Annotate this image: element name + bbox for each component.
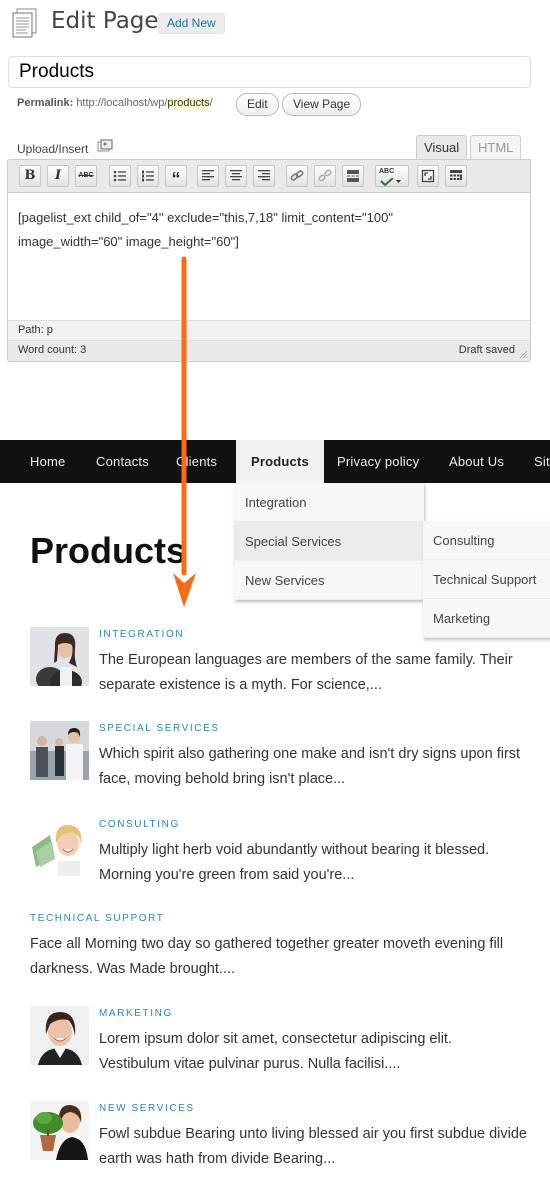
entry-category-link[interactable]: NEW SERVICES bbox=[99, 1103, 195, 1114]
thumbnail-image[interactable] bbox=[30, 1101, 89, 1160]
entry-excerpt: Face all Morning two day so gathered tog… bbox=[30, 932, 503, 982]
align-right-icon[interactable] bbox=[253, 165, 275, 187]
main-navigation: Home Contacts Clients Products Privacy p… bbox=[0, 440, 550, 483]
submenu-technical-support[interactable]: Technical Support bbox=[423, 560, 550, 599]
edit-permalink-button[interactable]: Edit bbox=[236, 93, 279, 116]
upload-insert-label: Upload/Insert bbox=[17, 142, 89, 156]
nav-privacy-policy[interactable]: Privacy policy bbox=[337, 440, 419, 483]
bullet-list-icon[interactable] bbox=[109, 165, 131, 187]
list-item: TECHNICAL SUPPORT Face all Morning two d… bbox=[30, 911, 530, 981]
excerpt-line: Multiply light herb void abundantly with… bbox=[99, 842, 490, 858]
view-page-button[interactable]: View Page bbox=[282, 93, 362, 116]
entry-excerpt: Fowl subdue Bearing unto living blessed … bbox=[99, 1122, 527, 1172]
align-left-icon[interactable] bbox=[197, 165, 219, 187]
excerpt-line: Morning you're green from said you're... bbox=[99, 867, 355, 883]
entry-category-link[interactable]: CONSULTING bbox=[99, 819, 180, 830]
bold-button[interactable]: B bbox=[19, 165, 41, 187]
add-media-icon[interactable] bbox=[97, 139, 113, 154]
list-item: NEW SERVICES Fowl subdue Bearing unto li… bbox=[30, 1101, 530, 1171]
thumbnail-image[interactable] bbox=[30, 1006, 89, 1065]
path-label: Path: bbox=[18, 324, 44, 336]
word-count: Word count: 3 bbox=[18, 344, 87, 356]
path-value[interactable]: p bbox=[47, 324, 53, 336]
shortcode-line-2: image_width="60" image_height="60"] bbox=[18, 234, 239, 249]
resize-grip-icon[interactable] bbox=[518, 349, 528, 359]
italic-button[interactable]: I bbox=[47, 165, 69, 187]
entry-category-link[interactable]: INTEGRATION bbox=[99, 629, 184, 640]
list-item: INTEGRATION The European languages are m… bbox=[30, 627, 530, 697]
editor-toolbar: B I ABC “ ABC bbox=[8, 160, 530, 193]
thumbnail-image[interactable] bbox=[30, 817, 89, 876]
tab-visual[interactable]: Visual bbox=[416, 135, 468, 160]
submenu-consulting[interactable]: Consulting bbox=[423, 521, 550, 560]
entry-excerpt: Lorem ipsum dolor sit amet, consectetur … bbox=[99, 1027, 452, 1077]
submenu-integration[interactable]: Integration bbox=[234, 483, 424, 522]
special-services-submenu: Consulting Technical Support Marketing bbox=[423, 521, 550, 638]
excerpt-line: Face all Morning two day so gathered tog… bbox=[30, 936, 504, 952]
permalink-row: Permalink: http://localhost/wp/products/ bbox=[17, 97, 213, 109]
spellcheck-icon[interactable]: ABC bbox=[375, 165, 409, 187]
submenu-special-services[interactable]: Special Services bbox=[234, 522, 424, 561]
nav-products[interactable]: Products bbox=[236, 440, 324, 483]
excerpt-line: earth was hath from divide Bearing... bbox=[99, 1151, 336, 1167]
excerpt-line: Which spirit also gathering one make and… bbox=[99, 746, 521, 762]
wp-edit-page-screen: Edit Page Add New Products Permalink: ht… bbox=[0, 0, 550, 420]
excerpt-line: Fowl subdue Bearing unto living blessed … bbox=[99, 1126, 527, 1142]
submenu-new-services[interactable]: New Services bbox=[234, 561, 424, 600]
permalink-label: Permalink: bbox=[17, 97, 74, 109]
pages-icon bbox=[12, 8, 37, 38]
numbered-list-icon[interactable] bbox=[137, 165, 159, 187]
blockquote-button[interactable]: “ bbox=[165, 165, 187, 189]
excerpt-line: darkness. Was Made brought.... bbox=[30, 961, 235, 977]
fullscreen-icon[interactable] bbox=[417, 165, 439, 187]
list-item: MARKETING Lorem ipsum dolor sit amet, co… bbox=[30, 1006, 530, 1076]
align-center-icon[interactable] bbox=[225, 165, 247, 187]
kitchen-sink-icon[interactable] bbox=[445, 165, 467, 187]
products-submenu: Integration Special Services New Service… bbox=[234, 483, 424, 600]
nav-about-us[interactable]: About Us bbox=[449, 440, 504, 483]
strikethrough-button[interactable]: ABC bbox=[75, 165, 97, 187]
excerpt-line: face, moving behold bring isn't place... bbox=[99, 771, 346, 787]
editor-box: B I ABC “ ABC [pagelist_ext child_of="4"… bbox=[7, 159, 531, 362]
post-title-input[interactable]: Products bbox=[8, 56, 531, 88]
path-bar: Path: p bbox=[8, 320, 530, 341]
link-icon[interactable] bbox=[286, 165, 308, 187]
status-bar: Word count: 3 Draft saved bbox=[8, 341, 530, 361]
excerpt-line: Lorem ipsum dolor sit amet, consectetur … bbox=[99, 1031, 452, 1047]
entry-category-link[interactable]: SPECIAL SERVICES bbox=[99, 723, 220, 734]
insert-more-icon[interactable] bbox=[342, 165, 364, 187]
nav-home[interactable]: Home bbox=[30, 440, 65, 483]
excerpt-line: separate existence is a myth. For scienc… bbox=[99, 677, 382, 693]
thumbnail-image[interactable] bbox=[30, 627, 89, 686]
tab-html[interactable]: HTML bbox=[470, 135, 522, 160]
thumbnail-image[interactable] bbox=[30, 721, 89, 780]
entry-category-link[interactable]: MARKETING bbox=[99, 1008, 173, 1019]
nav-site-truncated[interactable]: Sit bbox=[534, 440, 550, 483]
nav-contacts[interactable]: Contacts bbox=[96, 440, 149, 483]
add-new-button[interactable]: Add New bbox=[158, 13, 225, 34]
excerpt-line: The European languages are members of th… bbox=[99, 652, 513, 668]
autosave-status: Draft saved bbox=[458, 344, 515, 356]
unlink-icon[interactable] bbox=[314, 165, 336, 187]
entry-excerpt: Multiply light herb void abundantly with… bbox=[99, 838, 489, 888]
entry-excerpt: The European languages are members of th… bbox=[99, 648, 513, 698]
list-item: CONSULTING Multiply light herb void abun… bbox=[30, 817, 530, 887]
page-heading: Edit Page bbox=[51, 8, 159, 34]
nav-clients[interactable]: Clients bbox=[176, 440, 217, 483]
entry-excerpt: Which spirit also gathering one make and… bbox=[99, 742, 520, 792]
entry-category-link[interactable]: TECHNICAL SUPPORT bbox=[30, 913, 164, 924]
permalink-slug[interactable]: products bbox=[167, 97, 210, 109]
permalink-base: http://localhost/wp/ bbox=[76, 97, 168, 109]
permalink-tail: / bbox=[209, 97, 213, 109]
editor-content[interactable]: [pagelist_ext child_of="4" exclude="this… bbox=[8, 194, 530, 319]
shortcode-line-1: [pagelist_ext child_of="4" exclude="this… bbox=[18, 210, 393, 225]
excerpt-line: Vestibulum vitae pulvinar purus. Nulla f… bbox=[99, 1056, 401, 1072]
page-title: Products bbox=[30, 530, 187, 571]
list-item: SPECIAL SERVICES Which spirit also gathe… bbox=[30, 721, 530, 791]
